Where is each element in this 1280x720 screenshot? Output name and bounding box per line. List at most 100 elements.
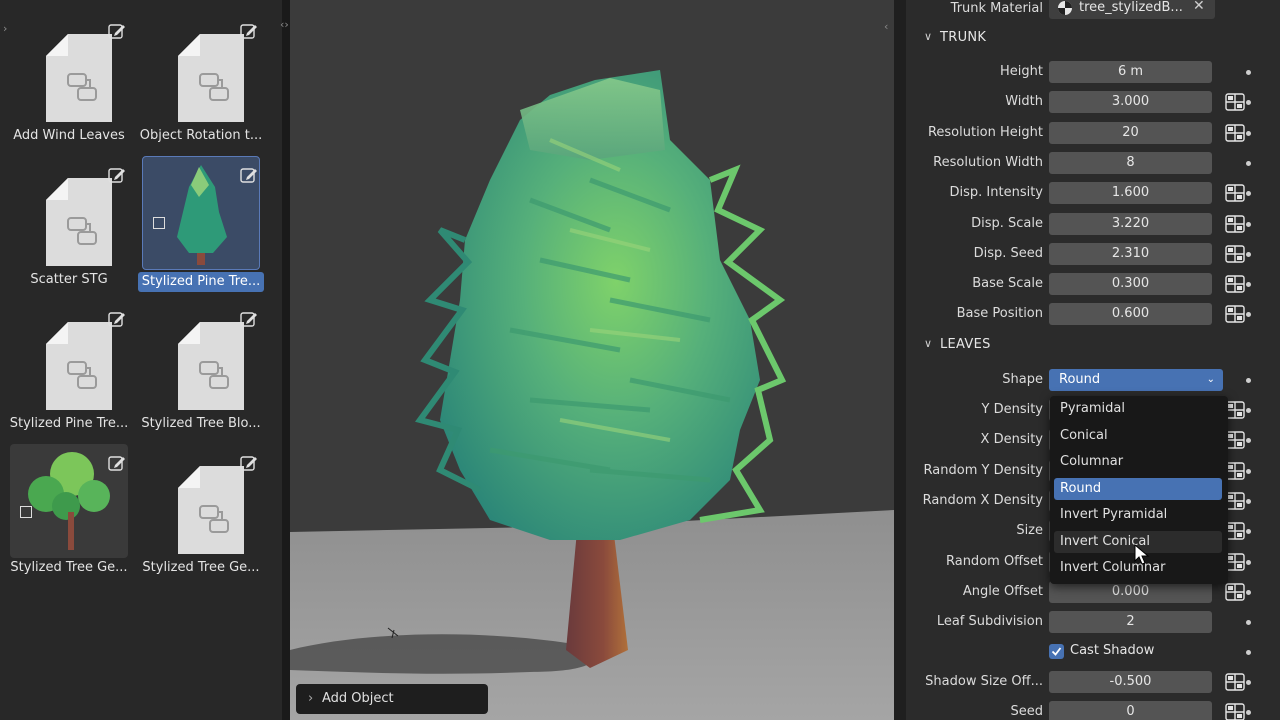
leaves-section-header[interactable]: ∨ LEAVES xyxy=(906,330,1280,360)
keyframe-dot[interactable] xyxy=(1246,710,1251,716)
keyframe-dot[interactable] xyxy=(1246,251,1251,257)
properties-edge xyxy=(894,0,906,720)
node-group-icon xyxy=(178,322,244,410)
keyframe-dot[interactable] xyxy=(1246,378,1251,383)
keyframe-dot[interactable] xyxy=(1246,559,1251,565)
trunk-field-field[interactable]: 6 m xyxy=(1049,61,1212,83)
3d-viewport[interactable]: ‹ › Add Object xyxy=(290,0,894,720)
asset-item[interactable]: Stylized Tree Ge... xyxy=(138,442,264,582)
tree-render xyxy=(290,70,894,720)
trunk-field-label: Disp. Scale xyxy=(971,215,1043,231)
splitter-arrow-icon[interactable]: ‹› xyxy=(280,18,289,31)
chevron-right-icon: › xyxy=(308,691,314,706)
trunk-field-field[interactable]: 20 xyxy=(1049,121,1212,144)
asset-item[interactable]: Stylized Pine Tre... xyxy=(138,154,264,294)
shape-option[interactable]: Columnar xyxy=(1054,451,1222,473)
keyframe-dot[interactable] xyxy=(1246,468,1251,474)
add-object-panel[interactable]: › Add Object xyxy=(296,684,488,714)
trunk-field-row: Disp. Intensity 1.600 xyxy=(906,179,1280,209)
shape-row: Shape Round ⌄ xyxy=(906,366,1280,396)
asset-item[interactable]: Stylized Tree Ge... xyxy=(6,442,132,582)
driver-icon[interactable] xyxy=(1225,245,1245,263)
driver-icon[interactable] xyxy=(1225,123,1245,142)
edit-icon[interactable] xyxy=(240,22,258,40)
shadow-field-field[interactable]: 0 xyxy=(1049,701,1212,720)
clear-icon[interactable]: ✕ xyxy=(1193,0,1205,14)
keyframe-dot[interactable] xyxy=(1246,438,1251,444)
driver-icon[interactable] xyxy=(1225,431,1245,449)
leaves-field-label: Size xyxy=(1016,523,1043,539)
driver-icon[interactable] xyxy=(1225,93,1245,111)
asset-item[interactable]: Scatter STG xyxy=(6,154,132,294)
keyframe-dot[interactable] xyxy=(1246,650,1251,655)
trunk-field-field[interactable]: 0.300 xyxy=(1049,273,1212,296)
keyframe-dot[interactable] xyxy=(1246,160,1251,166)
shape-option[interactable]: Round xyxy=(1054,477,1222,500)
trunk-material-field[interactable]: tree_stylizedB... ✕ xyxy=(1049,0,1215,19)
asset-item[interactable]: Object Rotation t... xyxy=(138,10,264,150)
trunk-field-label: Base Position xyxy=(956,306,1043,322)
keyframe-dot[interactable] xyxy=(1246,70,1251,75)
trunk-field-field[interactable]: 0.600 xyxy=(1049,303,1212,326)
edit-icon[interactable] xyxy=(240,310,258,328)
shadow-field-field[interactable]: -0.500 xyxy=(1049,671,1212,693)
trunk-field-field[interactable]: 3.220 xyxy=(1049,212,1212,235)
shape-option[interactable]: Pyramidal xyxy=(1054,398,1222,420)
keyframe-dot[interactable] xyxy=(1246,408,1251,413)
trunk-material-label: Trunk Material xyxy=(950,1,1043,16)
keyframe-dot[interactable] xyxy=(1246,498,1251,504)
driver-icon[interactable] xyxy=(1225,305,1245,324)
keyframe-dot[interactable] xyxy=(1246,100,1251,106)
trunk-section-header[interactable]: ∨ TRUNK xyxy=(906,23,1280,53)
edit-icon[interactable] xyxy=(108,22,126,40)
keyframe-dot[interactable] xyxy=(1246,312,1251,318)
driver-icon[interactable] xyxy=(1225,214,1245,233)
trunk-field-field[interactable]: 8 xyxy=(1049,151,1212,174)
shape-option[interactable]: Conical xyxy=(1054,425,1222,447)
driver-icon[interactable] xyxy=(1225,583,1245,601)
area-splitter[interactable]: ‹› xyxy=(280,0,290,720)
driver-icon[interactable] xyxy=(1225,461,1245,480)
shape-option[interactable]: Invert Pyramidal xyxy=(1054,504,1222,526)
shape-label: Shape xyxy=(1002,372,1043,387)
driver-icon[interactable] xyxy=(1225,522,1245,540)
asset-item[interactable]: Stylized Tree Blo... xyxy=(138,298,264,438)
asset-item[interactable]: Stylized Pine Tre... xyxy=(6,298,132,438)
asset-label: Stylized Pine Tre... xyxy=(138,272,264,292)
edit-icon[interactable] xyxy=(108,310,126,328)
driver-icon[interactable] xyxy=(1225,703,1245,720)
keyframe-dot[interactable] xyxy=(1246,282,1251,288)
trunk-field-field[interactable]: 3.000 xyxy=(1049,91,1212,114)
shape-dropdown[interactable]: Round ⌄ xyxy=(1049,369,1223,391)
leaves-lower-field-field[interactable]: 0.000 xyxy=(1049,581,1212,603)
edit-icon[interactable] xyxy=(240,454,258,472)
leaves-lower-field-field[interactable]: 2 xyxy=(1049,611,1212,634)
driver-icon[interactable] xyxy=(1225,275,1245,293)
keyframe-dot[interactable] xyxy=(1246,680,1251,685)
edit-icon[interactable] xyxy=(108,166,126,184)
edit-icon[interactable] xyxy=(240,166,258,184)
driver-icon[interactable] xyxy=(1225,401,1245,419)
asset-item[interactable]: Add Wind Leaves xyxy=(6,10,132,150)
keyframe-dot[interactable] xyxy=(1246,529,1251,535)
chevron-down-icon: ⌄ xyxy=(1206,374,1215,385)
keyframe-dot[interactable] xyxy=(1246,221,1251,227)
chevron-down-icon: ∨ xyxy=(924,30,933,43)
keyframe-dot[interactable] xyxy=(1246,191,1251,197)
trunk-field-field[interactable]: 1.600 xyxy=(1049,182,1212,205)
driver-icon[interactable] xyxy=(1225,673,1245,691)
trunk-field-field[interactable]: 2.310 xyxy=(1049,242,1212,265)
sidebar-toggle-icon[interactable]: ‹ xyxy=(884,20,888,33)
keyframe-dot[interactable] xyxy=(1246,130,1251,136)
keyframe-dot[interactable] xyxy=(1246,590,1251,595)
shadow-field-row: Seed 0 xyxy=(906,698,1280,720)
driver-icon[interactable] xyxy=(1225,552,1245,571)
leaves-field-label: Y Density xyxy=(981,402,1044,417)
keyframe-dot[interactable] xyxy=(1246,620,1251,626)
driver-icon[interactable] xyxy=(1225,184,1245,202)
driver-icon[interactable] xyxy=(1225,492,1245,510)
shape-value: Round xyxy=(1059,372,1101,387)
trunk-field-row: Base Scale 0.300 xyxy=(906,270,1280,300)
edit-icon[interactable] xyxy=(108,454,126,472)
node-group-icon xyxy=(178,466,244,554)
